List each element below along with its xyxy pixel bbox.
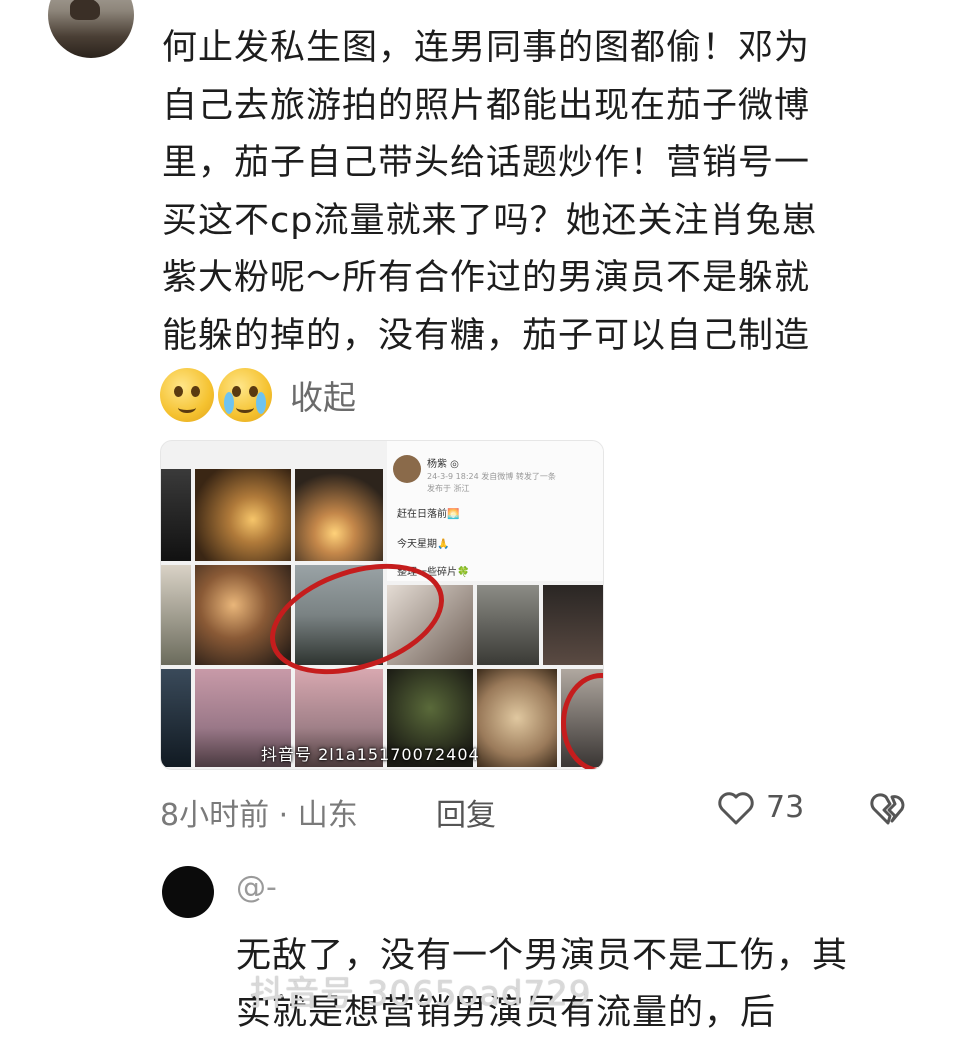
comment-line: 紫大粉呢～所有合作过的男演员不是躲就 — [162, 258, 811, 298]
comment-text: 何止发私生图，连男同事的图都偷！邓为 自己去旅游拍的照片都能出现在茄子微博 里，… — [162, 20, 902, 365]
profile-meta: 24-3-9 18:24 发自微博 转发了一条 — [427, 472, 556, 481]
comment-line: 能躲的掉的，没有糖，茄子可以自己制造 — [162, 315, 811, 356]
post-text: 今天星期🙏 — [397, 539, 450, 550]
like-count: 73 — [766, 790, 805, 825]
comment-line: 何止发私生图，连男同事的图都偷！邓为 — [162, 28, 811, 68]
comment-line: 里，茄子自己带头给话题炒作！营销号一 — [162, 143, 811, 183]
profile-avatar — [393, 455, 421, 483]
photo-tile — [195, 469, 291, 561]
collapse-button[interactable]: 收起 — [290, 371, 356, 419]
reply-button[interactable]: 回复 — [436, 790, 496, 834]
profile-location: 发布于 浙江 — [427, 484, 470, 493]
avatar-horse-silhouette — [70, 0, 100, 20]
comment-image[interactable]: 杨紫 ◎ 24-3-9 18:24 发自微博 转发了一条 发布于 浙江 赶在日落… — [160, 440, 604, 770]
pleading-face-emoji — [160, 368, 214, 422]
reply-username[interactable]: @- — [236, 870, 277, 905]
photo-tile — [161, 469, 191, 561]
photo-tile — [161, 669, 191, 767]
emoji-row: 收起 — [160, 366, 356, 424]
photo-tile — [477, 585, 539, 665]
comment-meta-row: 8小时前 · 山东 回复 73 — [160, 786, 920, 834]
reply-avatar[interactable] — [162, 866, 214, 918]
heart-icon[interactable] — [716, 788, 756, 828]
comment-line: 自己去旅游拍的照片都能出现在茄子微博 — [162, 85, 811, 126]
douyin-watermark: 抖音号 3065oad729 — [250, 974, 592, 1014]
crying-face-emoji — [218, 368, 272, 422]
photo-tile — [477, 669, 557, 767]
broken-heart-icon[interactable] — [866, 788, 910, 828]
profile-name: 杨紫 ◎ — [427, 459, 459, 470]
weibo-profile-panel: 杨紫 ◎ 24-3-9 18:24 发自微博 转发了一条 发布于 浙江 赶在日落… — [387, 441, 603, 581]
image-watermark: 抖音号 2l1a15170072404 — [261, 745, 480, 764]
comment-time-location: 8小时前 · 山东 — [160, 798, 358, 833]
post-text: 赶在日落前🌅 — [397, 509, 460, 520]
photo-tile — [295, 469, 383, 561]
photo-tile — [161, 565, 191, 665]
comment-line: 买这不cp流量就来了吗？她还关注肖兔崽 — [162, 200, 818, 241]
photo-tile — [543, 585, 603, 665]
commenter-avatar[interactable] — [48, 0, 134, 58]
